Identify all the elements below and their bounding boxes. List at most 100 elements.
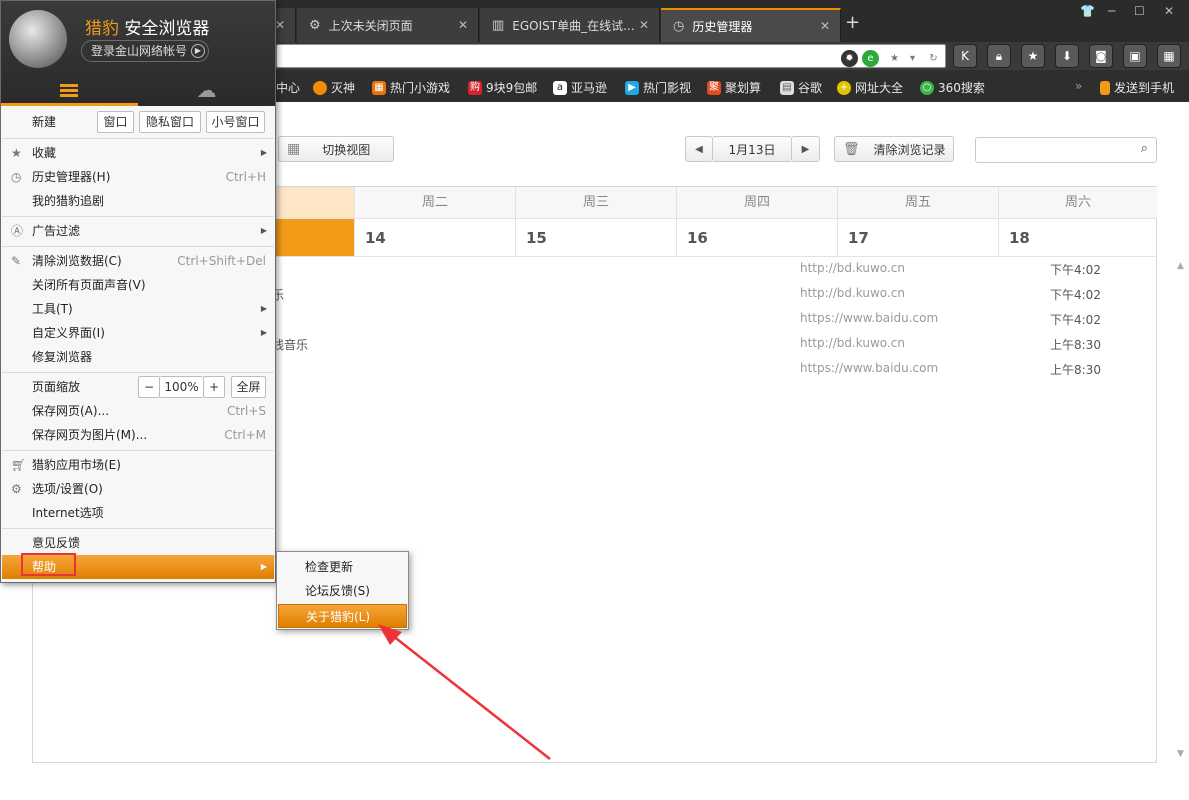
history-search-input[interactable]: ⌕ (975, 137, 1157, 163)
menu-tab[interactable] (1, 74, 138, 106)
menu-internet-options[interactable]: Internet选项 (2, 501, 274, 525)
more-bookmarks-icon[interactable]: » (1075, 79, 1082, 93)
bookmark-movies[interactable]: ▶ 热门影视 (625, 79, 691, 96)
menu-label: 修复浏览器 (32, 350, 93, 364)
minimize-icon[interactable]: ─ (1108, 4, 1115, 18)
menu-mute-all[interactable]: 关闭所有页面声音(V) (2, 273, 274, 297)
menu-favorites[interactable]: ★ 收藏 ▶ (2, 141, 274, 165)
lock-icon[interactable]: 🔒︎ (987, 44, 1011, 68)
day-cell-17[interactable]: 17 (838, 219, 999, 257)
scroll-down-icon[interactable]: ▼ (1177, 749, 1184, 759)
submenu-arrow-icon: ▶ (260, 148, 267, 157)
weekday-header-tue: 周二 (355, 187, 516, 219)
cart-icon: 🛒︎ (11, 458, 27, 472)
menu-tools[interactable]: 工具(T) ▶ (2, 297, 274, 321)
next-date-button[interactable]: ▶ (791, 136, 820, 162)
history-title: 线音乐 (272, 338, 309, 352)
skin-icon[interactable]: 👕 (1080, 4, 1095, 18)
zoom-out-button[interactable]: − (138, 376, 160, 398)
refresh-icon[interactable]: ↻ (925, 50, 942, 67)
page-icon: ▤ (780, 80, 794, 95)
menu-label: 自定义界面(I) (32, 326, 105, 340)
close-window-icon[interactable]: ✕ (1164, 4, 1174, 18)
menu-feedback[interactable]: 意见反馈 (2, 531, 274, 555)
tab-last-closed[interactable]: ⚙ 上次未关闭页面 ✕ (297, 8, 479, 42)
send-to-phone[interactable]: 发送到手机 (1100, 79, 1174, 96)
extensions-icon[interactable]: ▦ (1157, 44, 1181, 68)
submenu-about[interactable]: 关于猎豹(L) (278, 604, 407, 628)
menu-repair[interactable]: 修复浏览器 (2, 345, 274, 369)
star-icon[interactable]: ★ (886, 50, 903, 67)
close-tab-icon[interactable]: ✕ (458, 18, 468, 32)
settings-badge-icon[interactable]: ✹ (841, 50, 858, 67)
history-url: https://www.baidu.com (800, 311, 939, 325)
date-display[interactable]: 1月13日 (713, 136, 791, 162)
dropdown-icon[interactable]: ▾ (904, 50, 921, 67)
menu-history-manager[interactable]: ◷ 历史管理器(H) Ctrl+H (2, 165, 274, 189)
clear-history-button[interactable]: 🗑︎ 清除浏览记录 (834, 136, 954, 162)
day-cell-16[interactable]: 16 (677, 219, 838, 257)
day-number: 17 (848, 229, 869, 247)
close-tab-icon[interactable]: ✕ (275, 18, 285, 32)
close-tab-icon[interactable]: ✕ (820, 19, 830, 33)
bookmark-9kuai9[interactable]: 购 9块9包邮 (468, 79, 537, 96)
new-window-button[interactable]: 窗口 (97, 111, 134, 133)
close-tab-icon[interactable]: ✕ (639, 18, 649, 32)
login-label: 登录金山网络帐号 (91, 44, 188, 58)
maximize-icon[interactable]: ☐ (1134, 4, 1145, 18)
ie-mode-icon[interactable]: e (862, 50, 879, 67)
weekday-header-sat: 周六 (999, 187, 1157, 219)
history-time: 下午4:02 (1050, 313, 1101, 327)
day-cell-18[interactable]: 18 (999, 219, 1157, 257)
day-cell-15[interactable]: 15 (516, 219, 677, 257)
bookmark-mini-games[interactable]: ▦ 热门小游戏 (372, 79, 450, 96)
new-tab-button[interactable]: + (845, 12, 860, 33)
menu-label: 我的猎豹追剧 (32, 194, 105, 208)
scroll-up-icon[interactable]: ▲ (1177, 261, 1184, 271)
download-icon[interactable]: ⬇ (1055, 44, 1079, 68)
ad-icon: Ⓐ (11, 224, 24, 238)
shortcut-label: Ctrl+H (225, 170, 266, 184)
new-small-window-button[interactable]: 小号窗口 (206, 111, 265, 133)
day-cell-14[interactable]: 14 (355, 219, 516, 257)
menu-customize[interactable]: 自定义界面(I) ▶ (2, 321, 274, 345)
login-button[interactable]: 登录金山网络帐号 ▶ (81, 40, 209, 62)
tv-icon[interactable]: ▣ (1123, 44, 1147, 68)
weekday-label: 周四 (743, 195, 770, 210)
submenu-forum-feedback[interactable]: 论坛反馈(S) (278, 579, 407, 603)
gamepad-icon[interactable]: ◙ (1089, 44, 1113, 68)
menu-options[interactable]: ⚙ 选项/设置(O) (2, 477, 274, 501)
menu-save-image[interactable]: 保存网页为图片(M)... Ctrl+M (2, 423, 274, 447)
menu-clear-data[interactable]: ✎ 清除浏览数据(C) Ctrl+Shift+Del (2, 249, 274, 273)
k-button[interactable]: K (953, 44, 977, 68)
bookmark-label: 网址大全 (855, 81, 904, 95)
menu-save-page[interactable]: 保存网页(A)... Ctrl+S (2, 399, 274, 423)
bookmark-juhuasuan[interactable]: 聚聚划算 (707, 79, 761, 96)
bookmark-360-search[interactable]: ○ 360搜索 (920, 79, 985, 96)
menu-label: 保存网页为图片(M)... (32, 428, 148, 442)
menu-app-market[interactable]: 🛒︎ 猎豹应用市场(E) (2, 453, 274, 477)
bookmark-center[interactable]: 中心 (276, 79, 300, 96)
cloud-sync-icon[interactable]: ☁ (138, 74, 275, 106)
tab-history-manager[interactable]: ◷ 历史管理器 ✕ (661, 8, 841, 42)
switch-view-button[interactable]: ▦ 切换视图 (278, 136, 394, 162)
new-private-window-button[interactable]: 隐私窗口 (139, 111, 201, 133)
fullscreen-button[interactable]: 全屏 (231, 376, 266, 398)
bookmark-url-directory[interactable]: + 网址大全 (837, 79, 903, 96)
menu-header: 猎豹 安全浏览器 登录金山网络帐号 ▶ ☁ (1, 1, 275, 106)
trash-icon: 🗑︎ (843, 141, 860, 157)
zoom-in-button[interactable]: + (203, 376, 225, 398)
search-icon[interactable]: ⌕ (1141, 141, 1148, 156)
favorite-star-icon[interactable]: ★ (1021, 44, 1045, 68)
tab-partial[interactable]: ✕ (275, 8, 296, 42)
address-input[interactable]: ✹ e ★ ▾ ↻ (276, 44, 946, 68)
bookmark-amazon[interactable]: a 亚马逊 (553, 79, 607, 96)
submenu-check-update[interactable]: 检查更新 (278, 555, 407, 579)
menu-label: 工具(T) (32, 302, 73, 316)
tab-egoist[interactable]: ▥ EGOIST单曲_在线试... ✕ (480, 8, 660, 42)
bookmark-mieshen[interactable]: 灭神 (313, 79, 355, 96)
bookmark-google[interactable]: ▤ 谷歌 (780, 79, 822, 96)
menu-my-dramas[interactable]: 我的猎豹追剧 (2, 189, 274, 213)
menu-ad-filter[interactable]: Ⓐ 广告过滤 ▶ (2, 219, 274, 243)
prev-date-button[interactable]: ◀ (685, 136, 713, 162)
